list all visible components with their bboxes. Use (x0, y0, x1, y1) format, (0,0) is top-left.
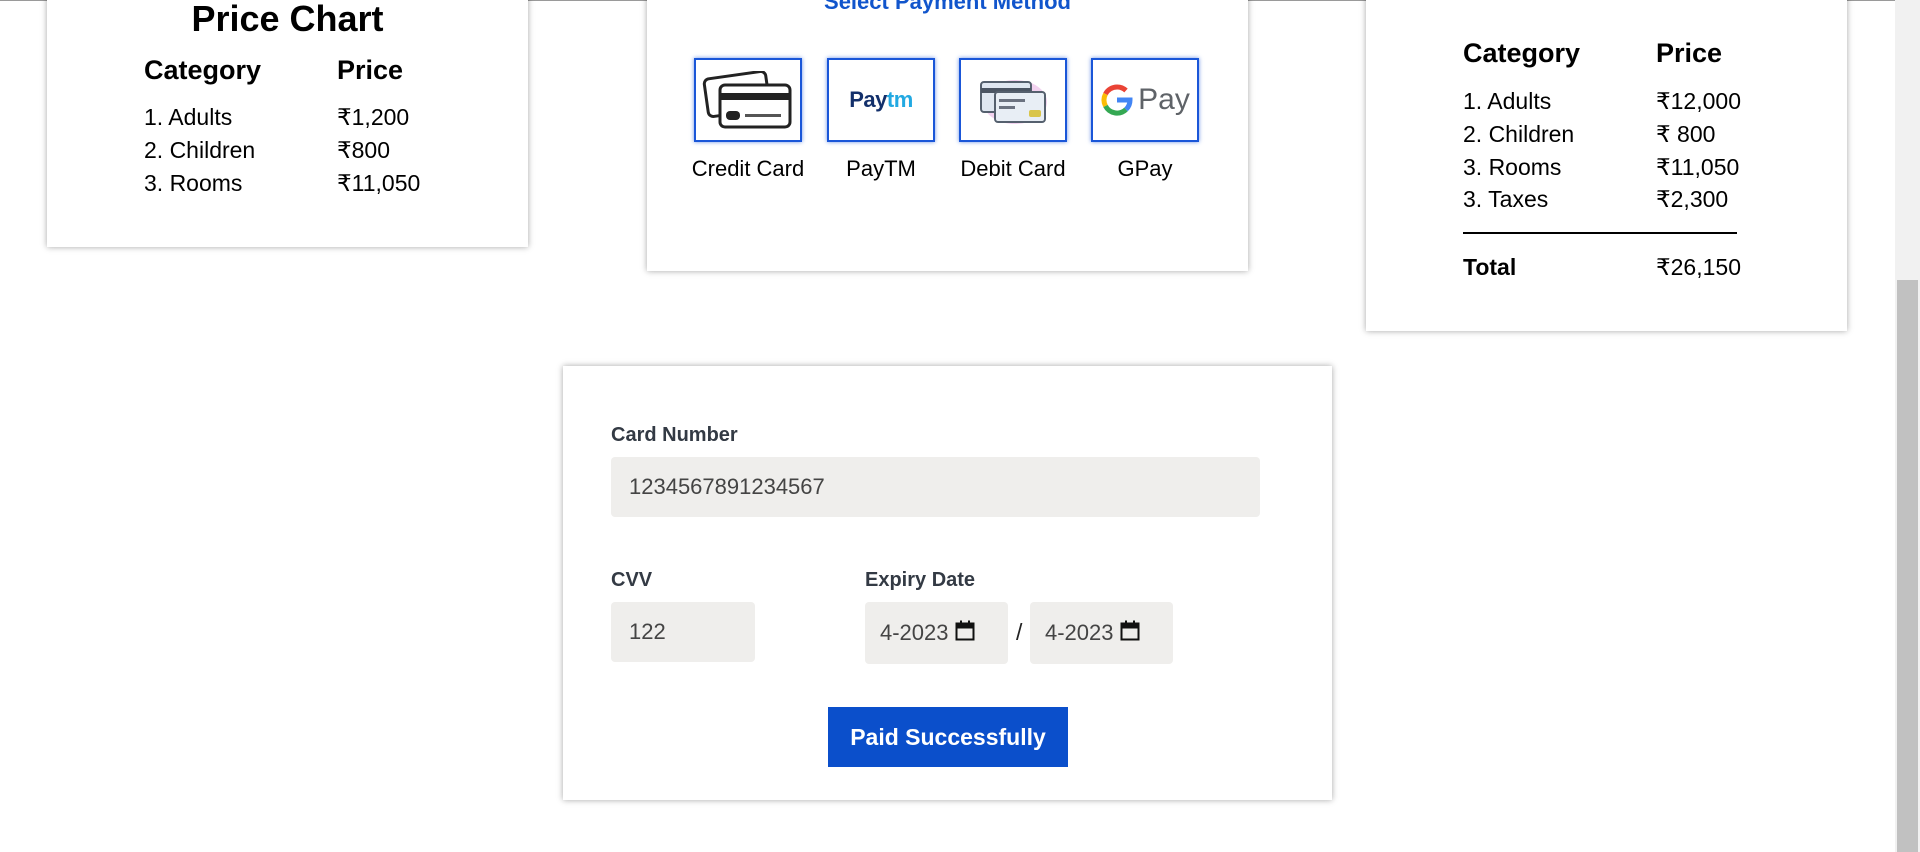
gpay-logo: Pay (1100, 83, 1190, 117)
summary-row-category: 1. Adults (1463, 88, 1552, 114)
paytm-label: PayTM (846, 156, 916, 181)
paytm-logo: Paytm (849, 87, 913, 112)
debit-card-label: Debit Card (960, 156, 1066, 181)
credit-card-icon (702, 71, 792, 129)
cvv-input[interactable] (611, 602, 755, 662)
summary-total-label: Total (1463, 254, 1517, 280)
order-summary-card: Category Price 1. Adults ₹12,000 2. Chil… (1366, 0, 1847, 331)
paytm-option[interactable]: Paytm (827, 58, 935, 142)
google-g-icon (1101, 84, 1133, 116)
expiry-end-value: 4-2023 (1045, 620, 1114, 645)
price-chart-row-category: 2. Children (144, 137, 256, 163)
calendar-icon[interactable] (955, 620, 975, 647)
card-number-input[interactable] (611, 457, 1260, 517)
summary-row-category: 3. Rooms (1463, 154, 1562, 180)
card-number-label: Card Number (611, 424, 738, 446)
price-chart-card: Price Chart Category Price 1. Adults ₹1,… (47, 0, 528, 247)
expiry-separator: / (1016, 619, 1023, 645)
payment-method-title: Select Payment Method (824, 0, 1071, 14)
cvv-label: CVV (611, 569, 653, 591)
summary-row-price: ₹ 800 (1656, 121, 1716, 147)
price-chart-row-price: ₹1,200 (337, 104, 410, 130)
expiry-start-value: 4-2023 (880, 620, 949, 645)
expiry-end-input[interactable]: 4-2023 (1030, 602, 1173, 664)
summary-total-value: ₹26,150 (1656, 254, 1741, 280)
price-chart-price-header: Price (337, 55, 404, 85)
expiry-start-input[interactable]: 4-2023 (865, 602, 1008, 664)
calendar-icon[interactable] (1120, 620, 1140, 647)
payment-method-card: Select Payment Method Credit Card Paytm … (647, 0, 1248, 271)
vertical-scrollbar-thumb[interactable] (1897, 280, 1918, 852)
summary-row-price: ₹12,000 (1656, 88, 1741, 114)
price-chart-category-header: Category (144, 55, 262, 85)
summary-row-price: ₹2,300 (1656, 186, 1729, 212)
debit-card-option[interactable] (959, 58, 1067, 142)
summary-category-header: Category (1463, 38, 1581, 68)
price-chart-row-price: ₹800 (337, 137, 391, 163)
card-payment-form: Card Number CVV Expiry Date 4-2023 / 4-2… (563, 366, 1332, 800)
price-chart-row-category: 3. Rooms (144, 170, 243, 196)
gpay-label: GPay (1117, 156, 1173, 181)
summary-row-category: 2. Children (1463, 121, 1575, 147)
gpay-option[interactable]: Pay (1091, 58, 1199, 142)
paid-successfully-button[interactable]: Paid Successfully (828, 707, 1068, 767)
summary-row-price: ₹11,050 (1656, 154, 1740, 180)
credit-card-option[interactable] (694, 58, 802, 142)
summary-divider (1463, 232, 1737, 234)
summary-row-category: 3. Taxes (1463, 186, 1549, 212)
price-chart-title: Price Chart (191, 0, 384, 39)
debit-card-icon (980, 80, 1047, 124)
price-chart-row-category: 1. Adults (144, 104, 233, 130)
credit-card-label: Credit Card (691, 156, 805, 181)
expiry-date-label: Expiry Date (865, 569, 976, 591)
price-chart-row-price: ₹11,050 (337, 170, 421, 196)
summary-price-header: Price (1656, 38, 1723, 68)
